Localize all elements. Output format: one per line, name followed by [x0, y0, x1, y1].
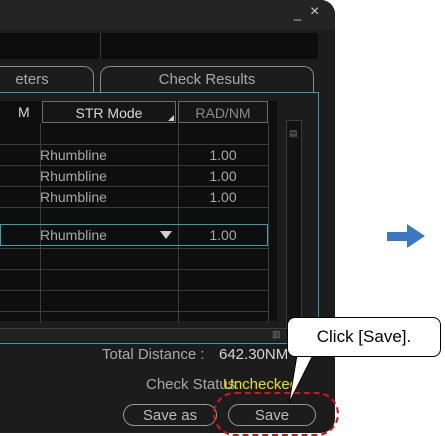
- instruction-callout: Click [Save].: [287, 317, 441, 357]
- table-row[interactable]: Rhumbline 1.00: [0, 187, 277, 208]
- table-row[interactable]: Rhumbline 1.00: [0, 145, 277, 166]
- scroll-end-icon[interactable]: ▥: [272, 329, 282, 339]
- title-bar: [0, 0, 335, 30]
- total-distance-label: Total Distance :: [102, 346, 205, 363]
- rad-cell[interactable]: 1.00: [178, 145, 268, 166]
- save-as-button[interactable]: Save as: [123, 404, 217, 426]
- route-editor-window: _ × eters Check Results M STR Mode RAD/N…: [0, 0, 335, 433]
- grid-line: [0, 248, 268, 249]
- callout-pointer: [289, 355, 314, 404]
- str-mode-cell[interactable]: Rhumbline: [40, 187, 178, 208]
- close-icon[interactable]: ×: [310, 4, 324, 20]
- str-mode-cell[interactable]: Rhumbline: [40, 166, 178, 187]
- next-step-arrow-icon: [387, 224, 425, 248]
- check-status-value: Unchecked: [223, 376, 299, 393]
- selected-row-outline: [0, 224, 268, 246]
- tab-parameters[interactable]: eters: [0, 66, 94, 93]
- rad-cell[interactable]: 1.00: [178, 187, 268, 208]
- table-row[interactable]: Rhumbline 1.00: [0, 166, 277, 187]
- horizontal-scrollbar[interactable]: [0, 328, 300, 341]
- rad-cell[interactable]: 1.00: [178, 166, 268, 187]
- waypoint-table: [0, 101, 277, 321]
- grid-line: [0, 269, 268, 270]
- column-header-rad-nm[interactable]: RAD/NM: [178, 101, 268, 123]
- str-mode-cell[interactable]: Rhumbline: [40, 145, 178, 166]
- tab-check-results[interactable]: Check Results: [100, 66, 314, 93]
- column-header-str-mode[interactable]: STR Mode: [42, 101, 176, 123]
- sort-indicator-icon: [168, 115, 174, 121]
- dropdown-arrow-icon[interactable]: [160, 231, 172, 239]
- route-name-bar: [0, 33, 318, 59]
- minimize-icon[interactable]: _: [294, 6, 304, 21]
- scroll-top-icon[interactable]: ▤: [289, 128, 298, 138]
- vertical-scrollbar[interactable]: [286, 120, 302, 330]
- column-header-nm[interactable]: M: [18, 101, 38, 123]
- total-distance-value: 642.30NM: [219, 346, 289, 363]
- grid-line: [0, 290, 268, 291]
- grid-line: [0, 311, 268, 312]
